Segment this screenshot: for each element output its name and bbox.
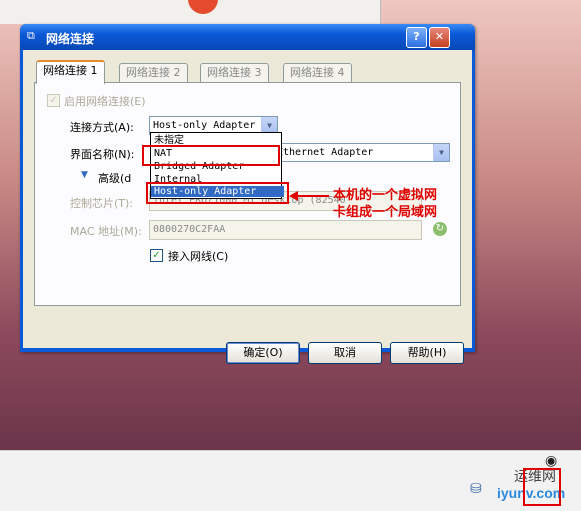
tray-highlight-box [523,468,561,506]
mac-field-value: 0800270C2FAA [153,224,226,235]
tray-disk-icon[interactable]: ⛁ [470,480,482,497]
ok-button[interactable]: 确定(O) [226,342,300,364]
cable-connected-checkbox[interactable]: ✓ [150,249,163,262]
advanced-toggle[interactable]: 高级(d [98,170,131,186]
annotation-line-2: 卡组成一个局域网 [333,205,438,220]
help-titlebar-button[interactable]: ? [406,27,427,48]
cable-connected-label: 接入网线(C) [168,250,229,263]
expand-triangle-icon[interactable]: ▼ [81,170,88,180]
refresh-mac-icon[interactable]: ↻ [433,222,447,236]
tab-network-1[interactable]: 网络连接 1 [36,60,105,84]
tab-network-4[interactable]: 网络连接 4 [283,63,352,82]
taskbar [0,450,581,511]
interface-select[interactable]: Ethernet Adapter ▼ [273,143,450,162]
chevron-down-icon[interactable]: ▼ [433,144,449,161]
interface-select-value: Ethernet Adapter [277,147,374,158]
mac-label: MAC 地址(M): [70,225,142,238]
cancel-button[interactable]: 取消 [308,342,382,364]
annotation-arrow-icon [289,191,329,201]
help-button[interactable]: 帮助(H) [390,342,464,364]
tray-usb-icon[interactable]: ◉ [545,452,557,469]
dialog-titlebar[interactable]: ⧉ 网络连接 ? ✕ [20,24,475,50]
dialog-title: 网络连接 [46,32,95,46]
chip-label: 控制芯片(T): [70,197,134,210]
nat-highlight-box [142,145,280,166]
close-button[interactable]: ✕ [429,27,450,48]
enable-network-checkbox[interactable]: ✓ [47,94,60,107]
tab-network-3[interactable]: 网络连接 3 [200,63,269,82]
enable-network-label: 启用网络连接(E) [64,95,146,108]
network-icon: ⧉ [27,29,35,42]
mac-field[interactable]: 0800270C2FAA [149,220,422,240]
attach-select-value: Host-only Adapter [153,120,256,131]
host-only-highlight-box [146,182,289,204]
tab-network-2[interactable]: 网络连接 2 [119,63,188,82]
attach-label: 连接方式(A): [70,121,134,134]
interface-label: 界面名称(N): [70,148,135,161]
